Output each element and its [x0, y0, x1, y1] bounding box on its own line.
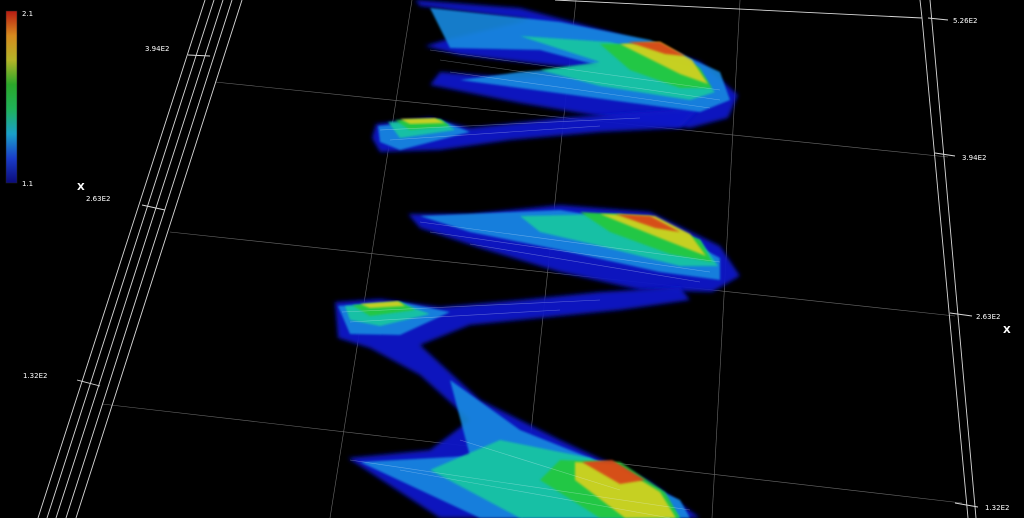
left-axis: 3.94E2 2.63E2 1.32E2 X: [23, 45, 169, 380]
right-tick-label: 1.32E2: [985, 504, 1009, 512]
left-tick-label: 3.94E2: [145, 45, 169, 53]
right-axis-letter: X: [1003, 325, 1011, 336]
colorbar-max-label: 2.1: [22, 10, 33, 18]
colorbar: [5, 10, 18, 184]
colorbar-legend: 2.1 1.1: [5, 10, 33, 188]
3d-plot-viewport[interactable]: 3.94E2 2.63E2 1.32E2 X 5.26E2 3.94E2 2.6…: [0, 0, 1024, 518]
right-axis: 5.26E2 3.94E2 2.63E2 1.32E2 X: [953, 17, 1011, 512]
right-tick-label: 2.63E2: [976, 313, 1000, 321]
left-tick-label: 1.32E2: [23, 372, 47, 380]
right-tick-label: 3.94E2: [962, 154, 986, 162]
surface-plot: [335, 0, 740, 518]
colorbar-min-label: 1.1: [22, 180, 33, 188]
left-axis-letter: X: [77, 182, 85, 193]
left-tick-label: 2.63E2: [86, 195, 110, 203]
right-tick-label: 5.26E2: [953, 17, 977, 25]
